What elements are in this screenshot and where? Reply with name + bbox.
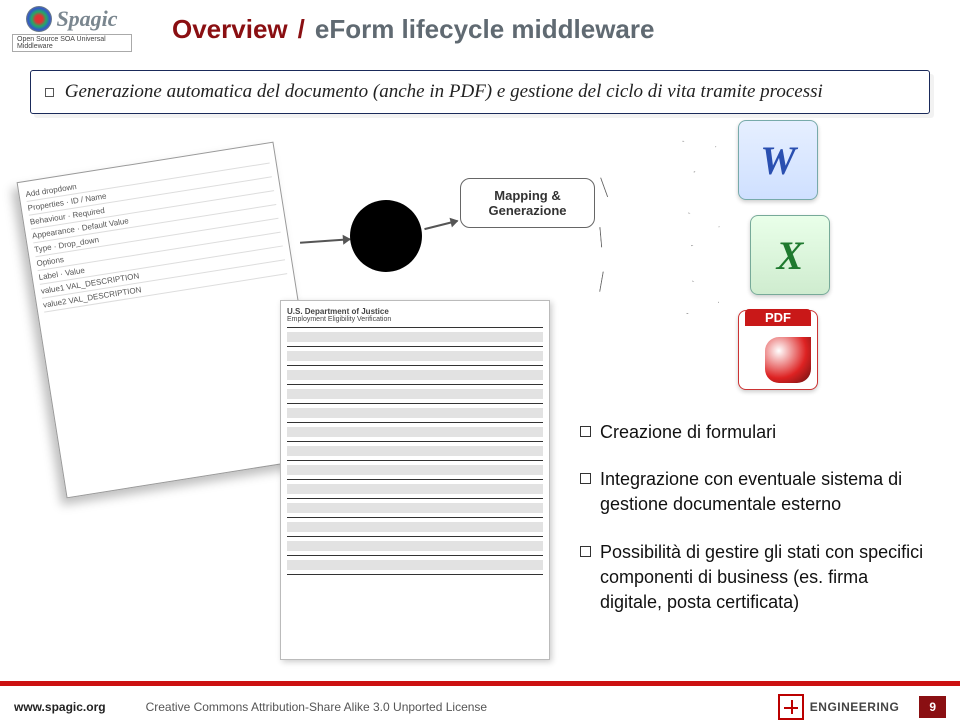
- title-main: Overview: [172, 14, 288, 45]
- mapping-generation-node: Mapping & Generazione: [460, 178, 595, 228]
- arrow-to-word: [598, 131, 722, 204]
- callout-text: Generazione automatica del documento (an…: [65, 81, 823, 102]
- xml-data-icon: [350, 200, 422, 272]
- bullet-marker-icon: [45, 88, 54, 97]
- footer-license: Creative Commons Attribution-Share Alike…: [146, 700, 778, 714]
- spagic-logo-block: Spagic Open Source SOA Universal Middlew…: [12, 6, 132, 52]
- feature-bullets: Creazione di formulari Integrazione con …: [580, 420, 930, 637]
- spagic-logo-subtitle: Open Source SOA Universal Middleware: [12, 34, 132, 52]
- pdf-label: PDF: [745, 309, 811, 326]
- arrow-to-excel: [599, 210, 722, 254]
- arrow-to-pdf: [598, 265, 722, 319]
- govform-title: U.S. Department of Justice: [287, 307, 543, 316]
- slide-title: Overview / eForm lifecycle middleware: [172, 14, 654, 45]
- slide-footer: www.spagic.org Creative Commons Attribut…: [0, 681, 960, 727]
- govform-subtitle: Employment Eligibility Verification: [287, 316, 543, 323]
- spagic-logo-text: Spagic: [56, 6, 117, 32]
- page-number: 9: [919, 696, 946, 718]
- mapgen-line2: Generazione: [488, 203, 566, 218]
- slide-body: Add dropdown Properties · ID / Name Beha…: [0, 160, 960, 681]
- mapgen-line1: Mapping &: [494, 188, 560, 203]
- adobe-swirl-icon: [765, 337, 811, 383]
- bullet-item: Integrazione con eventuale sistema di ge…: [580, 467, 930, 517]
- engineering-logo-text: ENGINEERING: [810, 700, 900, 714]
- word-icon: [738, 120, 818, 200]
- engineering-logo-icon: [778, 694, 804, 720]
- form-editor-screenshot: Add dropdown Properties · ID / Name Beha…: [17, 142, 324, 499]
- engineering-logo: ENGINEERING: [778, 694, 900, 720]
- pdf-icon: PDF: [738, 310, 818, 390]
- slide-header: Spagic Open Source SOA Universal Middlew…: [0, 0, 960, 58]
- title-sub: eForm lifecycle middleware: [315, 14, 655, 45]
- spagic-swirl-icon: [26, 6, 52, 32]
- excel-icon: [750, 215, 830, 295]
- arrow-editor-to-xml: [300, 238, 350, 243]
- footer-url: www.spagic.org: [14, 700, 106, 714]
- summary-callout: Generazione automatica del documento (an…: [30, 70, 930, 114]
- government-form-preview: U.S. Department of Justice Employment El…: [280, 300, 550, 660]
- title-separator: /: [298, 14, 305, 45]
- bullet-item: Possibilità di gestire gli stati con spe…: [580, 540, 930, 616]
- bullet-item: Creazione di formulari: [580, 420, 930, 445]
- arrow-xml-to-mapping: [424, 220, 457, 230]
